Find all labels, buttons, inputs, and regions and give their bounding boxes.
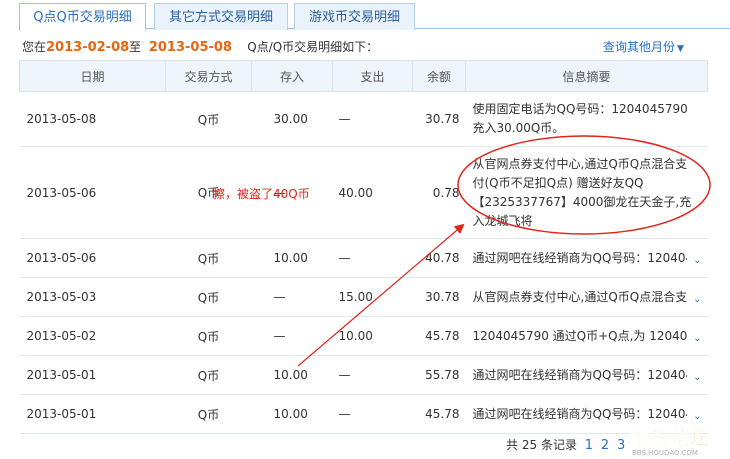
svg-text:BBS.HOUDAO.COM: BBS.HOUDAO.COM — [632, 449, 698, 457]
annotation-arrow — [297, 223, 465, 367]
record-count: 25 — [521, 438, 538, 452]
forum-watermark-logo: 猴岛论坛 BBS.HOUDAO.COM — [630, 426, 711, 457]
page-link-3[interactable]: 3 — [617, 438, 625, 453]
pager-suffix: 条记录 — [540, 438, 577, 452]
annotation-note: 擦，被盗了40Q币 — [213, 187, 310, 201]
svg-text:猴岛论坛: 猴岛论坛 — [630, 426, 710, 450]
pagination: 共 25 条记录 1 2 3 — [506, 436, 625, 453]
annotation-ellipse — [457, 135, 711, 235]
annotation-overlay — [297, 135, 711, 367]
pager-prefix: 共 — [506, 438, 519, 452]
page-link-2[interactable]: 2 — [601, 438, 609, 453]
page-link-1[interactable]: 1 — [585, 438, 593, 453]
